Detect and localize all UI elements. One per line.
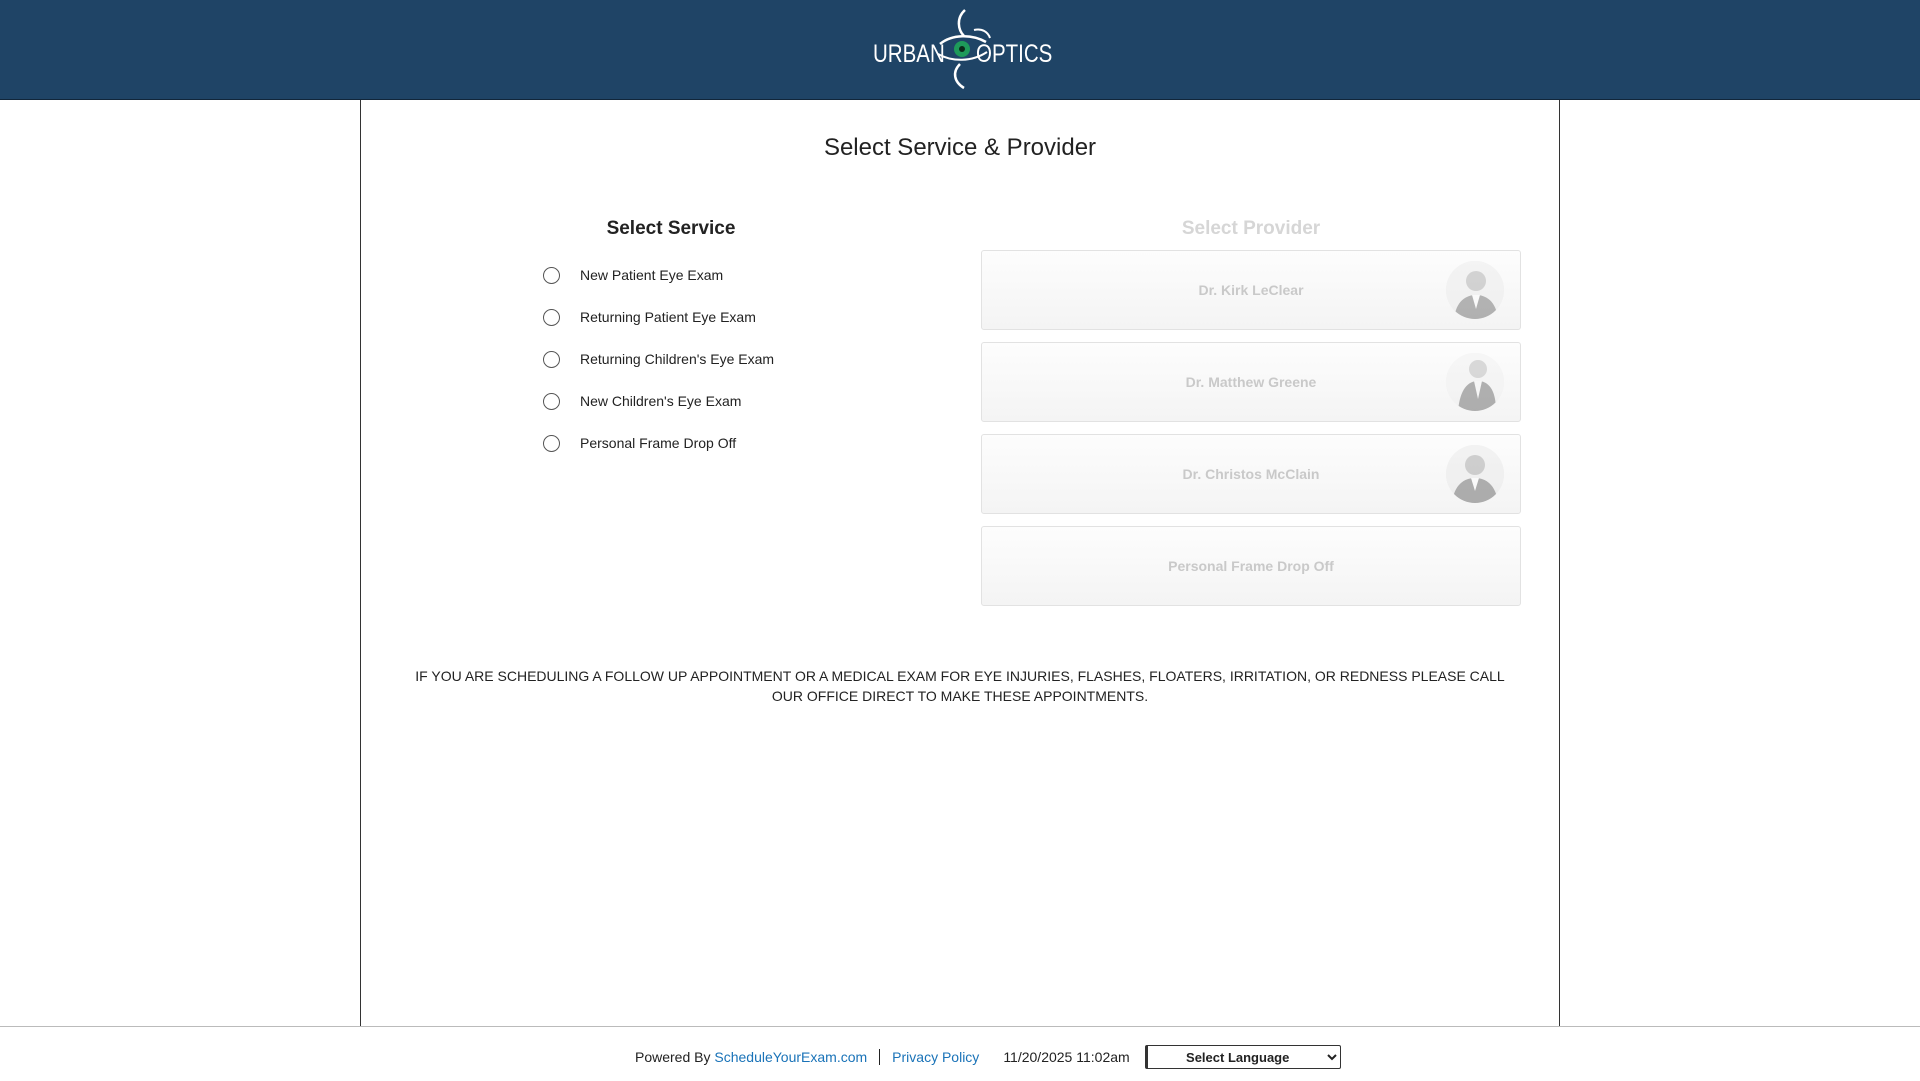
service-column: Select Service New Patient Eye Exam Retu… (541, 218, 841, 464)
service-option-returning-patient[interactable]: Returning Patient Eye Exam (541, 296, 841, 338)
person-photo-icon (1446, 445, 1504, 503)
provider-card-christos-mcclain[interactable]: Dr. Christos McClain (981, 434, 1521, 514)
radio-button[interactable] (543, 308, 560, 326)
powered-by-label: Powered By (635, 1049, 711, 1065)
provider-name: Dr. Kirk LeClear (1198, 282, 1304, 298)
service-label: Returning Patient Eye Exam (580, 309, 756, 325)
footer-divider (879, 1049, 881, 1065)
provider-name: Dr. Matthew Greene (1185, 374, 1317, 390)
privacy-policy-link[interactable]: Privacy Policy (892, 1049, 979, 1065)
urban-optics-logo[interactable]: URBAN OPTICS (870, 8, 1053, 92)
provider-card-frame-drop-off[interactable]: Personal Frame Drop Off (981, 526, 1521, 606)
provider-name: Dr. Christos McClain (1182, 466, 1320, 482)
schedule-your-exam-link[interactable]: ScheduleYourExam.com (714, 1049, 867, 1065)
radio-button[interactable] (543, 434, 560, 452)
provider-card-kirk-leclear[interactable]: Dr. Kirk LeClear (981, 250, 1521, 330)
service-option-returning-children[interactable]: Returning Children's Eye Exam (541, 338, 841, 380)
provider-column: Select Provider Dr. Kirk LeClear Dr. Mat… (981, 218, 1521, 618)
radio-button[interactable] (543, 266, 560, 284)
service-option-frame-drop-off[interactable]: Personal Frame Drop Off (541, 422, 841, 464)
site-footer: Powered By ScheduleYourExam.com Privacy … (0, 1026, 1920, 1081)
provider-avatar (1446, 445, 1504, 503)
provider-list: Dr. Kirk LeClear Dr. Matthew Greene Dr. … (981, 250, 1521, 606)
radio-button[interactable] (543, 350, 560, 368)
current-datetime: 11/20/2025 11:02am (1003, 1049, 1130, 1065)
provider-card-matthew-greene[interactable]: Dr. Matthew Greene (981, 342, 1521, 422)
radio-button[interactable] (543, 392, 560, 410)
provider-name: Personal Frame Drop Off (1168, 558, 1334, 574)
service-label: Personal Frame Drop Off (580, 435, 737, 451)
service-label: New Patient Eye Exam (580, 267, 724, 283)
page-title: Select Service & Provider (823, 134, 1097, 161)
service-heading: Select Service (606, 218, 736, 239)
provider-avatar (1446, 261, 1504, 319)
provider-heading: Select Provider (1181, 218, 1321, 239)
person-photo-icon (1446, 261, 1504, 319)
service-list: New Patient Eye Exam Returning Patient E… (541, 254, 841, 464)
service-option-new-patient[interactable]: New Patient Eye Exam (541, 254, 841, 296)
footer-bar: Powered By ScheduleYourExam.com Privacy … (635, 1045, 1341, 1069)
main-content: Select Service & Provider Select Service… (360, 100, 1560, 1026)
follow-up-notice: IF YOU ARE SCHEDULING A FOLLOW UP APPOIN… (415, 668, 1505, 704)
provider-avatar (1446, 353, 1504, 411)
service-label: Returning Children's Eye Exam (580, 351, 775, 367)
person-photo-icon (1446, 353, 1504, 411)
logo-text-right: OPTICS (976, 40, 1053, 68)
site-header: URBAN OPTICS (0, 0, 1920, 100)
service-label: New Children's Eye Exam (580, 393, 742, 409)
language-select[interactable]: Select Language (1144, 1045, 1341, 1069)
service-option-new-children[interactable]: New Children's Eye Exam (541, 380, 841, 422)
